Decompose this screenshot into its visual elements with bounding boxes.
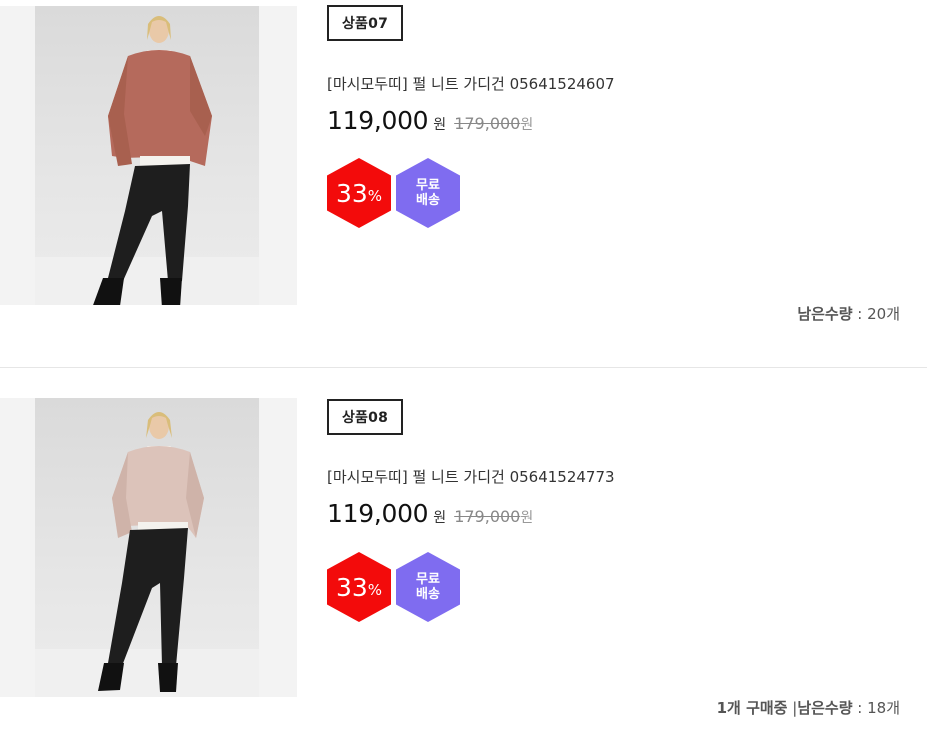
badge-group: 33% 무료 배송: [327, 158, 460, 228]
shipping-line1: 무료: [416, 178, 440, 193]
model-figure: [98, 412, 204, 692]
product-title[interactable]: [마시모두띠] 펄 니트 가디건 05641524607: [327, 73, 615, 94]
free-shipping-badge: 무료 배송: [396, 158, 460, 228]
original-price-unit: 원: [520, 510, 534, 526]
stock-info: 1개 구매중 |남은수량 : 18개: [717, 697, 900, 718]
product-tag: 상품08: [327, 399, 403, 435]
original-price: 179,000: [454, 507, 521, 526]
sale-price: 119,000: [327, 499, 429, 528]
original-price: 179,000: [454, 114, 521, 133]
discount-unit: %: [367, 581, 383, 599]
product-title[interactable]: [마시모두띠] 펄 니트 가디건 05641524773: [327, 466, 615, 487]
discount-unit: %: [367, 187, 383, 205]
product-card[interactable]: 상품08 [마시모두띠] 펄 니트 가디건 05641524773 119,00…: [0, 393, 927, 740]
discount-value: 33: [335, 572, 368, 602]
shipping-line2: 배송: [416, 587, 440, 602]
stock-value: : 20개: [852, 305, 900, 323]
model-figure: [93, 16, 212, 305]
discount-badge: 33%: [327, 158, 391, 228]
buying-count: 1개 구매중: [716, 699, 788, 717]
price-unit: 원: [433, 510, 447, 526]
badge-group: 33% 무료 배송: [327, 552, 460, 622]
free-shipping-badge: 무료 배송: [396, 552, 460, 622]
product-tag: 상품07: [327, 5, 403, 41]
stock-info: 남은수량 : 20개: [797, 303, 900, 324]
price-unit: 원: [433, 117, 447, 133]
stock-label: 남은수량: [797, 305, 853, 323]
discount-badge: 33%: [327, 552, 391, 622]
shipping-line1: 무료: [416, 572, 440, 587]
stock-value: : 18개: [852, 699, 900, 717]
product-card[interactable]: 상품07 [마시모두띠] 펄 니트 가디건 05641524607 119,00…: [0, 0, 927, 368]
original-price-unit: 원: [520, 117, 534, 133]
product-image[interactable]: [0, 398, 297, 697]
price-row: 119,000 원 179,000 원: [327, 106, 533, 135]
shipping-line2: 배송: [416, 193, 440, 208]
stock-separator: |: [787, 699, 798, 717]
product-image[interactable]: [0, 6, 297, 305]
sale-price: 119,000: [327, 106, 429, 135]
stock-label: 남은수량: [797, 699, 853, 717]
discount-value: 33: [335, 178, 368, 208]
price-row: 119,000 원 179,000 원: [327, 499, 533, 528]
